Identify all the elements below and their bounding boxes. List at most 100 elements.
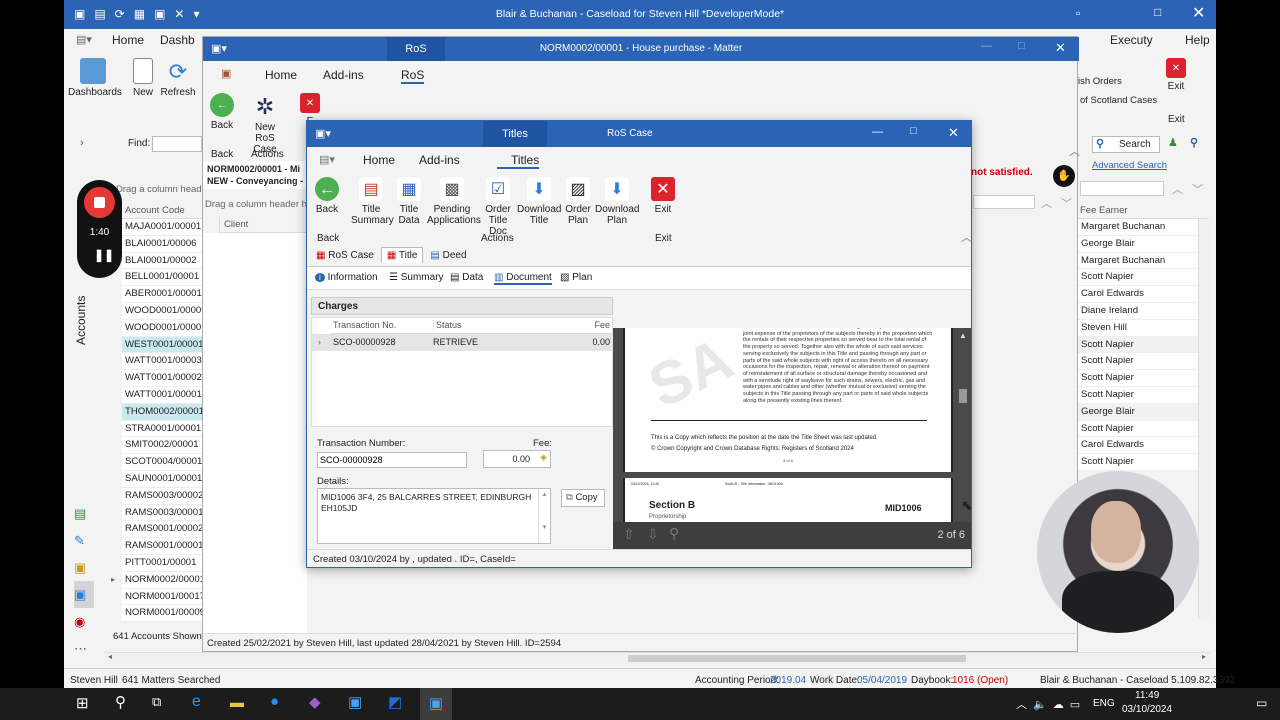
- ros-app-icon[interactable]: ▣▾: [315, 127, 331, 140]
- account-row[interactable]: BLAI0001/00002: [122, 253, 202, 270]
- stop-icon[interactable]: ◉: [74, 608, 94, 635]
- matter-filter-input[interactable]: [973, 195, 1035, 209]
- fee-earner-row[interactable]: Scott Napier: [1078, 421, 1198, 438]
- account-row[interactable]: BLAI0001/00006: [122, 236, 202, 253]
- account-row[interactable]: SCOT0004/00001: [122, 454, 202, 471]
- person-icon[interactable]: ♟: [1168, 136, 1178, 149]
- download-title-button[interactable]: ⬇ Download Title: [517, 177, 561, 226]
- account-row[interactable]: RAMS0001/00001: [122, 538, 202, 555]
- browser-icon[interactable]: ●: [270, 693, 279, 710]
- app-menu-icon[interactable]: ▤▾: [76, 33, 92, 46]
- ros-menu-icon[interactable]: ▤▾: [319, 153, 335, 166]
- order-plan-button[interactable]: ▨ Order Plan: [563, 177, 593, 226]
- app-icon-1[interactable]: ▣: [348, 693, 362, 711]
- caseload-taskbar-icon[interactable]: ▣: [420, 688, 452, 720]
- title-summary-button[interactable]: ▤ Title Summary: [351, 177, 394, 226]
- account-row[interactable]: RAMS0003/00002: [122, 488, 202, 505]
- fee-earner-row[interactable]: Scott Napier: [1078, 387, 1198, 404]
- matter-minimize-icon[interactable]: —: [981, 40, 992, 52]
- account-row[interactable]: NORM0001/00009: [122, 605, 202, 623]
- charges-row[interactable]: › SCO-00000928 RETRIEVE 0.00: [312, 334, 614, 351]
- account-row[interactable]: ABER0001/00001: [122, 286, 202, 303]
- find-doc-icon[interactable]: ⚲: [669, 525, 679, 542]
- account-row[interactable]: WATT0001/00002: [122, 370, 202, 387]
- advanced-search-link[interactable]: Advanced Search: [1092, 160, 1167, 171]
- fee-earner-row[interactable]: Scott Napier: [1078, 353, 1198, 371]
- tray-icons[interactable]: ︿🔈☁▭: [1016, 696, 1086, 712]
- search-person-icon[interactable]: ⚲: [1190, 136, 1198, 149]
- account-row[interactable]: MAJA0001/00001: [122, 219, 202, 236]
- scroll-down-icon[interactable]: ﹀: [1192, 181, 1203, 197]
- new-button[interactable]: New: [128, 58, 158, 98]
- account-row[interactable]: WEST0001/00001: [122, 336, 202, 354]
- find-input[interactable]: [152, 136, 202, 152]
- matter-maximize-icon[interactable]: □: [1018, 40, 1025, 52]
- fee-earner-row[interactable]: George Blair: [1078, 403, 1198, 421]
- title-data-button[interactable]: ▦ Title Data: [393, 177, 425, 226]
- matter-menu-icon[interactable]: ▣: [221, 67, 231, 80]
- fee-earner-row[interactable]: Steven Hill: [1078, 320, 1198, 337]
- matter-client-header[interactable]: Client: [219, 217, 309, 233]
- matter-close-icon[interactable]: ✕: [1055, 40, 1066, 56]
- matter-back-button[interactable]: ← Back: [207, 93, 237, 131]
- fee-earner-row[interactable]: Scott Napier: [1078, 269, 1198, 287]
- matter-menu-ros[interactable]: RoS: [401, 68, 425, 84]
- fee-earner-row[interactable]: Carol Edwards: [1078, 437, 1198, 455]
- subtab-summary[interactable]: ☰ Summary: [389, 272, 444, 283]
- account-row[interactable]: BELL0001/00001: [122, 269, 202, 287]
- download-plan-button[interactable]: ⬇ Download Plan: [595, 177, 639, 226]
- fee-earner-row[interactable]: Margaret Buchanan: [1078, 253, 1198, 270]
- fee-earner-filter[interactable]: [1080, 181, 1164, 196]
- orders-label[interactable]: ish Orders: [1078, 76, 1122, 87]
- details-textarea[interactable]: MID1006 3F4, 25 BALCARRES STREET, EDINBU…: [317, 488, 551, 544]
- fee-earner-row[interactable]: Scott Napier: [1078, 336, 1198, 354]
- fee-earner-row[interactable]: Carol Edwards: [1078, 286, 1198, 303]
- account-row[interactable]: SAUN0001/00001: [122, 471, 202, 488]
- account-row[interactable]: WATT0001/00003: [122, 353, 202, 371]
- ros-minimize-icon[interactable]: —: [872, 126, 883, 138]
- fee-earner-row[interactable]: Diane Ireland: [1078, 303, 1198, 320]
- pause-icon[interactable]: ❚❚: [94, 248, 114, 262]
- hscroll-right-icon[interactable]: ▸: [1202, 652, 1206, 661]
- fee-input[interactable]: 0.00 ◈: [483, 450, 551, 468]
- menu-dashboard[interactable]: Dashb: [160, 33, 195, 47]
- contact-icon[interactable]: ▣: [74, 581, 94, 608]
- fee-earner-row[interactable]: Scott Napier: [1078, 370, 1198, 387]
- taskbar-time[interactable]: 11:49: [1135, 690, 1159, 701]
- menu-help[interactable]: Help: [1185, 33, 1210, 47]
- language-indicator[interactable]: ENG: [1093, 698, 1115, 709]
- tx-number-input[interactable]: [317, 452, 467, 468]
- ros-maximize-icon[interactable]: □: [910, 125, 917, 137]
- hscroll-thumb[interactable]: [628, 655, 966, 662]
- close-icon[interactable]: ✕: [1192, 3, 1205, 23]
- account-row[interactable]: RAMS0001/00002: [122, 521, 202, 539]
- matter-scroll-up-icon[interactable]: ︿: [1041, 195, 1052, 211]
- tab-deed[interactable]: ▤ Deed: [425, 248, 471, 263]
- subtab-document[interactable]: ▥ Document: [494, 272, 552, 285]
- account-row[interactable]: STRA0001/00001: [122, 421, 202, 438]
- file-explorer-icon[interactable]: ▬: [230, 694, 244, 710]
- scroll-up-icon[interactable]: ︿: [1172, 181, 1183, 197]
- edge-icon[interactable]: e: [192, 693, 201, 711]
- viewer-scroll-thumb[interactable]: [959, 389, 967, 403]
- next-page-icon[interactable]: ⇩: [647, 526, 659, 543]
- account-row[interactable]: NORM0001/00017: [122, 589, 202, 606]
- col-transaction-no[interactable]: Transaction No.: [333, 320, 396, 330]
- matter-menu-home[interactable]: Home: [265, 68, 297, 82]
- account-row[interactable]: RAMS0003/00001: [122, 505, 202, 522]
- tab-ros-case[interactable]: ▦ RoS Case: [311, 248, 379, 263]
- edit-icon[interactable]: ✎: [74, 527, 94, 554]
- ros-menu-home[interactable]: Home: [363, 153, 395, 167]
- order-title-doc-button[interactable]: ☑Order Title Doc: [479, 177, 517, 237]
- back-button[interactable]: ← Back: [311, 177, 343, 215]
- account-row[interactable]: NORM0002/00001: [122, 572, 202, 589]
- tab-title[interactable]: ▦ Title: [380, 247, 424, 263]
- scotland-cases-label[interactable]: of Scotland Cases: [1080, 95, 1157, 106]
- fee-earner-row[interactable]: Margaret Buchanan: [1078, 219, 1198, 236]
- search-taskbar-icon[interactable]: ⚲: [115, 693, 126, 711]
- account-row[interactable]: WOOD0001/00009: [122, 303, 202, 320]
- ros-collapse-icon[interactable]: ︿: [961, 229, 972, 245]
- menu-home[interactable]: Home: [112, 33, 144, 47]
- subtab-data[interactable]: ▤ Data: [450, 272, 483, 283]
- more-icon[interactable]: ⋯: [74, 635, 94, 662]
